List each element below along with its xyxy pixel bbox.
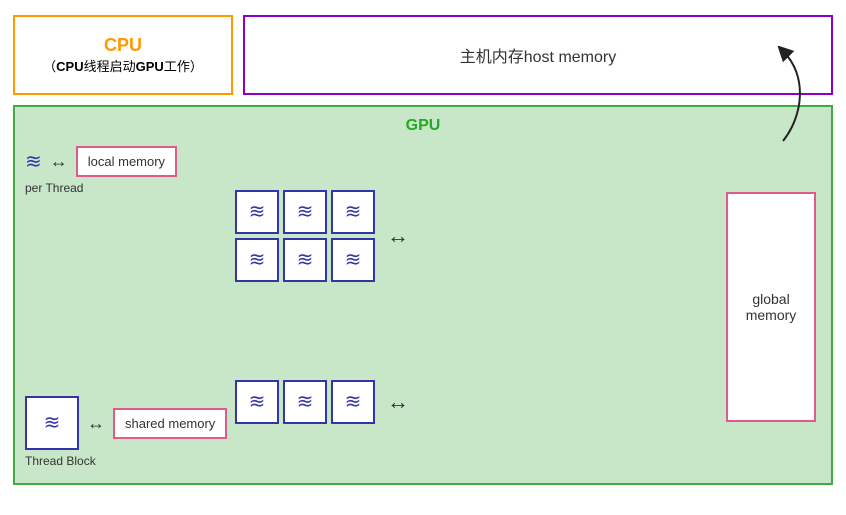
- curved-arrow-svg: [753, 46, 813, 146]
- local-memory-box: local memory: [76, 146, 177, 177]
- mem-block-6: ≋: [331, 238, 375, 282]
- shared-memory-label: shared memory: [125, 416, 215, 431]
- top-block-group: ≋ ≋ ≋ ≋ ≋ ≋ ↔: [235, 190, 409, 282]
- gpu-box: GPU ≋ ↔ local memory per Thread: [13, 105, 833, 485]
- right-section: global memory: [721, 141, 821, 473]
- global-memory-box: global memory: [726, 192, 816, 422]
- left-section: ≋ ↔ local memory per Thread ≋ ↔: [25, 141, 225, 473]
- mem-block-9: ≋: [331, 380, 375, 424]
- shared-wave-icon: ≋: [44, 413, 61, 433]
- top-row: CPU （CPU线程启动GPU工作） 主机内存host memory: [13, 15, 833, 105]
- host-memory-box: 主机内存host memory: [243, 15, 833, 95]
- per-thread-label: per Thread: [25, 181, 83, 195]
- middle-section: ≋ ≋ ≋ ≋ ≋ ≋ ↔ ≋ ≋ ≋ ↔: [235, 141, 711, 473]
- thread-wave-icon: ≋: [25, 152, 42, 172]
- per-thread-area: ≋ ↔ local memory per Thread: [25, 146, 225, 195]
- mem-block-7: ≋: [235, 380, 279, 424]
- bottom-block-row: ≋ ≋ ≋: [235, 380, 375, 424]
- gpu-label: GPU: [25, 117, 821, 135]
- per-thread-row: ≋ ↔ local memory: [25, 146, 177, 177]
- cpu-title: CPU: [104, 35, 142, 57]
- thread-block-area: ≋ ↔ shared memory Thread Block: [25, 396, 225, 468]
- mem-block-5: ≋: [283, 238, 327, 282]
- thread-block-row: ≋ ↔ shared memory: [25, 396, 227, 450]
- curved-arrow-container: [753, 46, 813, 146]
- arrow-top-grid-global: ↔: [387, 223, 409, 249]
- arrow-bottom-row-global: ↔: [387, 389, 409, 415]
- thread-block-label: Thread Block: [25, 454, 96, 468]
- arrow-thread-local: ↔: [50, 151, 68, 172]
- mem-block-8: ≋: [283, 380, 327, 424]
- mem-block-2: ≋: [283, 190, 327, 234]
- shared-mem-icon-left: ≋: [25, 396, 79, 450]
- gpu-inner: ≋ ↔ local memory per Thread ≋ ↔: [25, 141, 821, 473]
- bottom-block-group: ≋ ≋ ≋ ↔: [235, 380, 409, 424]
- shared-memory-box: shared memory: [113, 408, 227, 439]
- mem-block-3: ≋: [331, 190, 375, 234]
- top-block-grid: ≋ ≋ ≋ ≋ ≋ ≋: [235, 190, 375, 282]
- main-container: CPU （CPU线程启动GPU工作） 主机内存host memory GPU ≋…: [13, 15, 833, 485]
- global-memory-label: global memory: [728, 291, 814, 323]
- arrow-block-shared: ↔: [87, 413, 105, 434]
- host-memory-label: 主机内存host memory: [460, 43, 616, 67]
- mem-block-1: ≋: [235, 190, 279, 234]
- cpu-subtitle: （CPU线程启动GPU工作）: [43, 56, 203, 75]
- local-memory-label: local memory: [88, 154, 165, 169]
- cpu-box: CPU （CPU线程启动GPU工作）: [13, 15, 233, 95]
- mem-block-4: ≋: [235, 238, 279, 282]
